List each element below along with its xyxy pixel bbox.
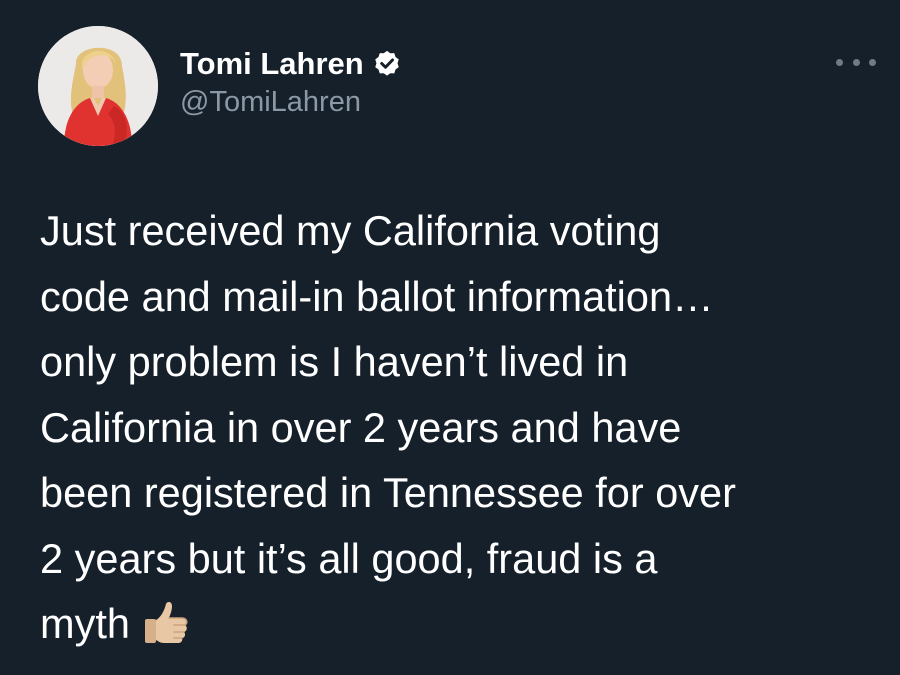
thumbs-up-icon xyxy=(142,597,192,643)
verified-badge-icon xyxy=(372,49,402,79)
tweet-line: California in over 2 years and have xyxy=(40,403,682,451)
more-dot xyxy=(836,58,843,66)
author-name-row: Tomi Lahren xyxy=(180,44,402,84)
tweet-line: only problem is I haven’t lived in xyxy=(40,338,629,385)
more-dot xyxy=(869,58,876,66)
tweet-line: code and mail-in ballot information… xyxy=(40,272,714,320)
tweet-text: Just received my California voting code … xyxy=(40,198,880,657)
tweet-line: 2 years but it’s all good, fraud is a xyxy=(40,534,658,582)
avatar[interactable] xyxy=(38,26,158,146)
author-display-name[interactable]: Tomi Lahren xyxy=(180,46,364,82)
more-dot xyxy=(852,58,860,66)
more-options-icon[interactable] xyxy=(836,52,876,72)
author-handle[interactable]: @TomiLahren xyxy=(180,86,361,119)
tweet-card: Tomi Lahren @TomiLahren Just received my… xyxy=(0,0,900,675)
tweet-line: myth xyxy=(40,600,130,647)
tweet-line: Just received my California voting xyxy=(40,207,661,254)
tweet-line: been registered in Tennessee for over xyxy=(40,469,736,516)
profile-photo-icon xyxy=(38,26,158,146)
